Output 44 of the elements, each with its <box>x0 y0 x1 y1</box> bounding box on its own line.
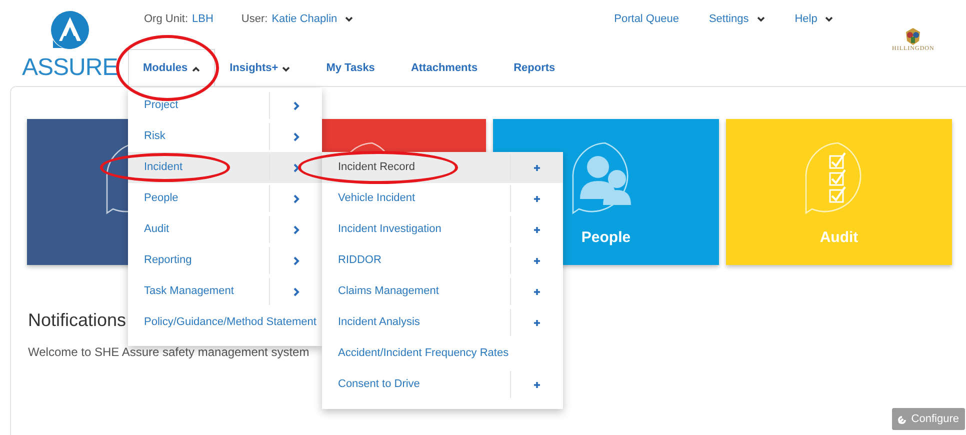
notifications-heading: Notifications <box>28 309 126 332</box>
user-menu[interactable]: Katie Chaplin <box>272 10 354 28</box>
dropdown-link[interactable]: Settings <box>708 10 765 28</box>
chevron-right-icon <box>292 286 300 296</box>
menu-item[interactable]: Accident/Incident Frequency Rates <box>322 345 563 362</box>
plus-icon <box>533 194 541 202</box>
menu-item[interactable]: People <box>128 190 269 207</box>
chevron-right-icon <box>292 132 300 142</box>
nav-link[interactable]: Portal Queue <box>614 10 679 28</box>
logo-icon <box>50 10 90 52</box>
chevron-right-icon <box>292 224 300 234</box>
nav-tab[interactable]: Attachments <box>396 49 493 87</box>
menu-item[interactable]: Task Management <box>128 283 269 300</box>
org-unit-label: Org Unit: <box>144 12 188 27</box>
org-unit-value: LBH <box>192 12 214 27</box>
welcome-text: Welcome to SHE Assure safety management system <box>28 344 310 361</box>
nav-tab[interactable]: Modules <box>128 49 215 87</box>
plus-icon <box>533 226 541 234</box>
user-label: User: <box>241 12 268 27</box>
menu-item[interactable]: Project <box>128 97 269 114</box>
tile-label: Audit <box>820 229 858 246</box>
nav-tab[interactable]: Reports <box>498 49 570 87</box>
chevron-right-icon <box>292 194 300 204</box>
menu-item[interactable]: Reporting <box>128 252 269 269</box>
chevron-right-icon <box>292 100 300 110</box>
plus-icon <box>533 256 541 264</box>
menu-item[interactable]: Claims Management <box>322 283 510 300</box>
menu-item[interactable]: Audit <box>128 221 269 238</box>
menu-item[interactable]: Incident Analysis <box>322 314 510 331</box>
menu-item[interactable]: Risk <box>128 128 269 145</box>
tile-label: People <box>581 229 631 246</box>
plus-icon <box>533 318 541 326</box>
dropdown-link[interactable]: Help <box>794 10 834 28</box>
configure-button[interactable]: Configure <box>892 408 965 430</box>
menu-item[interactable]: Consent to Drive <box>322 376 510 393</box>
plus-icon <box>533 164 541 172</box>
menu-item[interactable]: Policy/Guidance/Method Statement <box>128 314 322 331</box>
plus-icon <box>533 380 541 388</box>
plus-icon <box>533 288 541 296</box>
chevron-right-icon <box>292 256 300 266</box>
nav-tab[interactable]: Insights+ <box>214 49 306 87</box>
caret-icon <box>345 16 354 22</box>
chevron-right-icon <box>292 162 300 172</box>
nav-tab[interactable]: My Tasks <box>311 49 390 87</box>
